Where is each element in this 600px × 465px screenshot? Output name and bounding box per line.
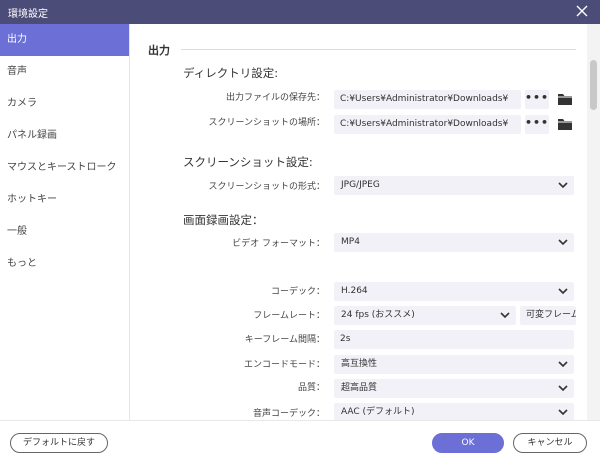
chevron-down-icon [558,182,568,189]
close-icon[interactable] [574,3,590,19]
recording-heading: 画面録画設定： [183,213,264,227]
output-folder-label: 出力ファイルの保存先： [225,93,325,103]
codec-select[interactable]: H.264 [334,282,574,301]
sidebar-item-panel-recording[interactable]: パネル録画 [0,120,129,152]
sidebar-item-audio[interactable]: 音声 [0,56,129,88]
chevron-down-icon [558,239,568,246]
screenshot-heading: スクリーンショット設定: [183,155,313,169]
sidebar: 出力 音声 カメラ パネル録画 マウスとキーストローク ホットキー 一般 もっと [0,24,130,420]
framerate-value: 24 fps (おススメ) [341,310,415,320]
directory-heading: ディレクトリ設定: [183,66,279,80]
quality-value: 超高品質 [341,383,378,393]
audio-codec-label: 音声コーデック： [252,409,325,419]
quality-label: 品質： [297,383,325,393]
codec-value: H.264 [341,286,368,296]
folder-icon[interactable] [557,117,573,131]
encode-mode-value: 高互換性 [341,359,378,369]
chevron-down-icon [558,288,568,295]
video-format-label: ビデオ フォーマット： [232,239,325,249]
output-folder-field[interactable]: C:¥Users¥Administrator¥Downloads¥ [334,90,521,109]
section-divider [181,49,576,50]
video-format-select[interactable]: MP4 [334,233,574,252]
sidebar-item-hotkeys[interactable]: ホットキー [0,184,129,216]
sidebar-item-more[interactable]: もっと [0,248,129,280]
screenshot-folder-label: スクリーンショットの場所： [208,118,325,128]
chevron-down-icon [558,409,568,416]
scrollbar-thumb[interactable] [590,60,597,110]
quality-select[interactable]: 超高品質 [334,379,574,398]
output-folder-browse-button[interactable]: ••• [525,90,549,109]
encode-mode-label: エンコードモード： [243,360,325,370]
screenshot-folder-field[interactable]: C:¥Users¥Administrator¥Downloads¥ [334,115,521,134]
title-bar: 環境設定 [0,0,600,24]
reset-defaults-button[interactable]: デフォルトに戻す [10,433,108,453]
scrollbar[interactable] [587,24,600,420]
encode-mode-select[interactable]: 高互換性 [334,355,574,374]
audio-codec-select[interactable]: AAC (デフォルト) [334,403,574,420]
keyframe-interval-label: キーフレーム間隔： [244,335,325,345]
chevron-down-icon [558,385,568,392]
footer: デフォルトに戻す OK キャンセル [0,420,600,465]
framerate-label: フレームレート： [253,311,325,321]
screenshot-format-value: JPG/JPEG [341,180,380,190]
framerate-select[interactable]: 24 fps (おススメ) [334,306,516,325]
sidebar-item-output[interactable]: 出力 [0,24,129,56]
variable-framerate-toggle[interactable]: 可変フレーム [520,306,576,325]
section-title: 出力 [148,44,170,57]
codec-label: コーデック： [270,287,325,297]
folder-icon[interactable] [557,92,573,106]
cancel-button[interactable]: キャンセル [513,433,587,453]
chevron-down-icon [500,312,510,319]
video-format-value: MP4 [341,237,360,247]
sidebar-item-general[interactable]: 一般 [0,216,129,248]
screenshot-format-select[interactable]: JPG/JPEG [334,176,574,195]
screenshot-folder-browse-button[interactable]: ••• [525,115,549,134]
screenshot-format-label: スクリーンショットの形式： [208,182,325,192]
settings-panel: 出力 ディレクトリ設定: 出力ファイルの保存先： C:¥Users¥Admini… [131,24,586,420]
ok-button[interactable]: OK [432,433,504,453]
sidebar-item-camera[interactable]: カメラ [0,88,129,120]
sidebar-item-mouse-keystroke[interactable]: マウスとキーストローク [0,152,129,184]
keyframe-interval-input[interactable]: 2s [334,330,574,349]
audio-codec-value: AAC (デフォルト) [341,407,415,417]
chevron-down-icon [558,361,568,368]
window-title: 環境設定 [8,9,48,20]
